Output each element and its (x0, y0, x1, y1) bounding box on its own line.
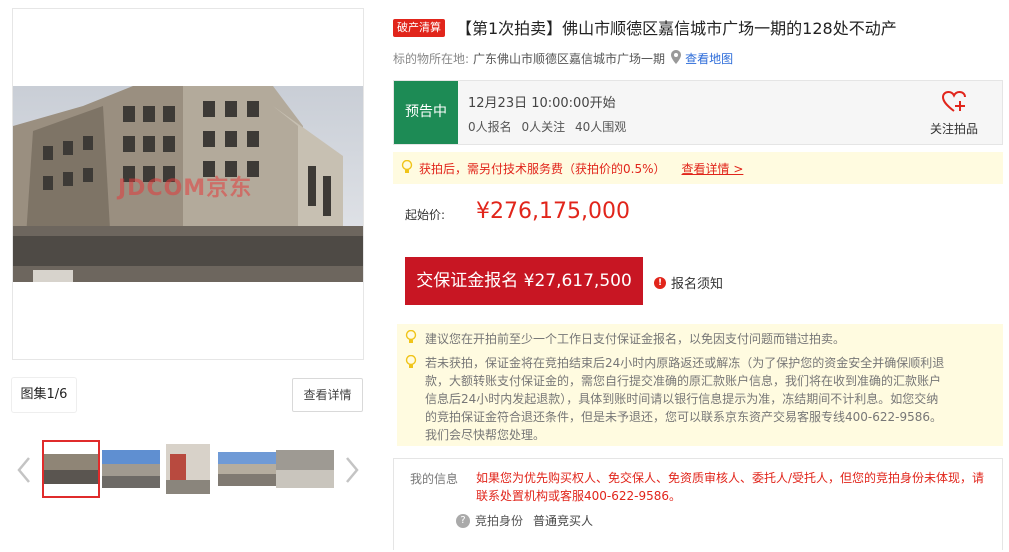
location-row: 标的物所在地: 广东佛山市顺德区嘉信城市广场一期 查看地图 (393, 50, 733, 67)
album-counter: 图集1/6 (12, 378, 76, 412)
lightbulb-icon (405, 354, 417, 374)
lightbulb-icon (405, 329, 417, 349)
thumbnail-2[interactable] (102, 440, 160, 498)
thumbnail-5[interactable] (276, 440, 334, 498)
price-label: 起始价: (405, 208, 446, 222)
thumbnail-1[interactable] (42, 440, 100, 498)
tip-2-line: 款，大额转账支付保证金的，需您自行提交准确的原汇款账户信息，我们将在收到准确的汇… (425, 374, 942, 388)
my-info-message: 如果您为优先购买权人、免交保人、免资质审核人、委托人/受托人，但您的竞拍身份未体… (476, 469, 991, 505)
fee-detail-link[interactable]: 查看详情 > (682, 160, 744, 177)
identity-value: 普通竞买人 (533, 514, 594, 528)
start-time: 12月23日 10:00:00开始 (468, 96, 616, 111)
map-pin-icon (671, 50, 682, 67)
follow-button[interactable]: 关注拍品 (924, 90, 984, 137)
view-detail-button[interactable]: 查看详情 (292, 378, 363, 412)
fee-text: 获拍后，需另付技术服务费（获拍价的0.5%） (419, 161, 666, 176)
follow-count: 0人关注 (521, 120, 566, 134)
question-icon[interactable]: ? (456, 513, 470, 528)
follow-label: 关注拍品 (929, 122, 978, 136)
signup-notice-label: 报名须知 (671, 277, 724, 292)
my-info-line: 联系处置机构或客服400-622-9586。 (476, 489, 682, 503)
location-label: 标的物所在地: (393, 52, 470, 66)
watcher-count: 40人围观 (574, 120, 627, 134)
main-image-frame[interactable]: JDCOM京东 (12, 8, 364, 360)
tip-2-line: 的竞拍保证金符合退还条件，但是未予退还，您可以联系京东资产交易客服专线400-6… (425, 410, 943, 424)
tip-2-line: 信息后24小时内发起退款），具体到账时间请以银行信息提示为准，冻结期间不计利息。… (425, 392, 939, 406)
view-map-link[interactable]: 查看地图 (685, 50, 733, 67)
deposit-signup-button[interactable]: 交保证金报名 ¥27,617,500 (405, 257, 643, 305)
tip-2-line: 若未获拍，保证金将在竞拍结束后24小时内原路返还或解冻（为了保护您的资金安全并确… (425, 356, 945, 370)
my-info-label: 我的信息 (410, 472, 459, 486)
thumbnail-3[interactable] (166, 440, 224, 498)
signup-notice-link[interactable]: ! 报名须知 (654, 273, 723, 292)
location-address: 广东佛山市顺德区嘉信城市广场一期 (473, 52, 666, 66)
bankruptcy-badge: 破产清算 (393, 19, 445, 37)
tip-2: 若未获拍，保证金将在竞拍结束后24小时内原路返还或解冻（为了保护您的资金安全并确… (425, 354, 944, 444)
bidder-identity-row: ? 竞拍身份 普通竞买人 (456, 512, 593, 529)
signup-count: 0人报名 (468, 120, 512, 134)
deposit-tips: 建议您在开拍前至少一个工作日支付保证金报名，以免因支付问题而错过拍卖。 若未获拍… (397, 324, 1003, 446)
lightbulb-icon (401, 159, 413, 177)
starting-price: ¥276,175,000 (476, 199, 630, 224)
status-tag: 预告中 (394, 81, 458, 144)
auction-stats: 0人报名 0人关注 40人围观 (468, 118, 632, 135)
my-info-line: 如果您为优先购买权人、免交保人、免资质审核人、委托人/受托人，但您的竞拍身份未体… (476, 471, 985, 485)
watermark: JDCOM京东 (118, 176, 253, 201)
tip-1: 建议您在开拍前至少一个工作日支付保证金报名，以免因支付问题而错过拍卖。 (425, 332, 846, 346)
next-arrow-icon[interactable] (340, 452, 364, 488)
my-info-panel: 我的信息 如果您为优先购买权人、免交保人、免资质审核人、委托人/受托人，但您的竞… (393, 458, 1003, 550)
heart-plus-icon (941, 90, 966, 116)
auction-title: 【第1次拍卖】佛山市顺德区嘉信城市广场一期的128处不动产 (456, 19, 897, 38)
main-photo[interactable]: JDCOM京东 (13, 86, 363, 282)
tip-2-line: 我们会尽快帮您处理。 (425, 428, 546, 442)
service-fee-note: 获拍后，需另付技术服务费（获拍价的0.5%） 查看详情 > (393, 152, 1003, 184)
alert-icon: ! (654, 276, 666, 289)
thumbnail-4[interactable] (218, 440, 276, 498)
identity-label: 竞拍身份 (475, 514, 524, 528)
prev-arrow-icon[interactable] (12, 452, 36, 488)
auction-status-panel: 预告中 12月23日 10:00:00开始 0人报名 0人关注 40人围观 关注… (393, 80, 1003, 145)
